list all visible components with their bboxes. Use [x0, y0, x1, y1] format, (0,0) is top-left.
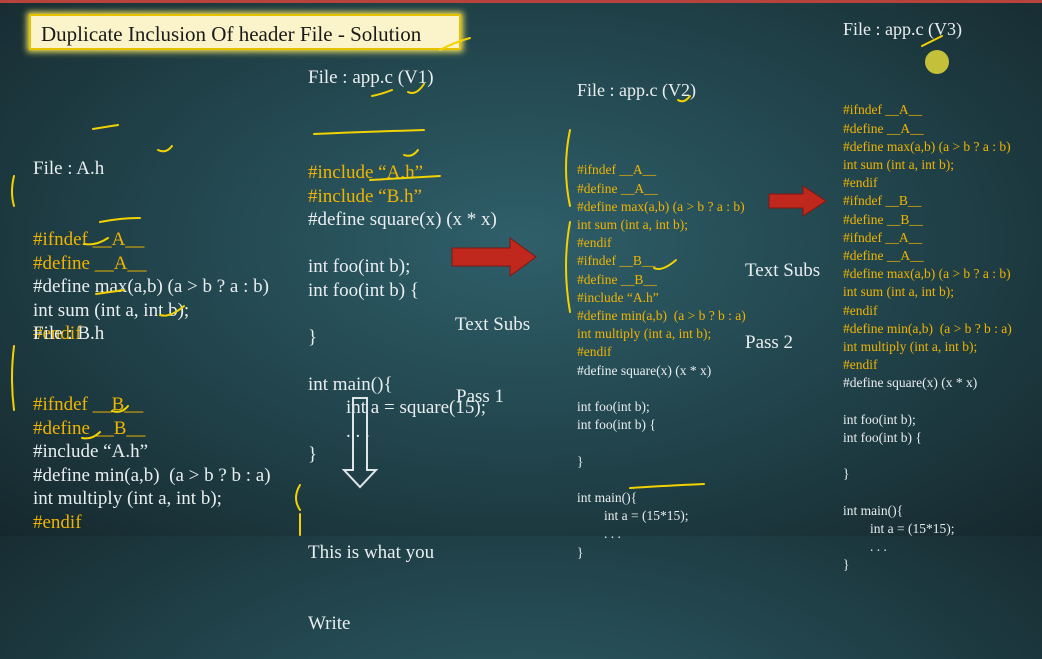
handwritten-ink-marks	[11, 35, 943, 536]
app-v2-code-line: }	[577, 544, 584, 560]
app-v1-note-line2: Write	[308, 612, 351, 634]
pass1-arrow-icon	[451, 237, 537, 277]
app-v3-code-line: . . .	[843, 539, 887, 555]
annotations-layer	[11, 35, 943, 536]
app-v1-note-line1: This is what you	[308, 542, 435, 563]
app-v3-code-line: }	[843, 557, 850, 573]
down-arrow-icon	[341, 397, 379, 489]
pass2-arrow-icon	[768, 185, 827, 217]
